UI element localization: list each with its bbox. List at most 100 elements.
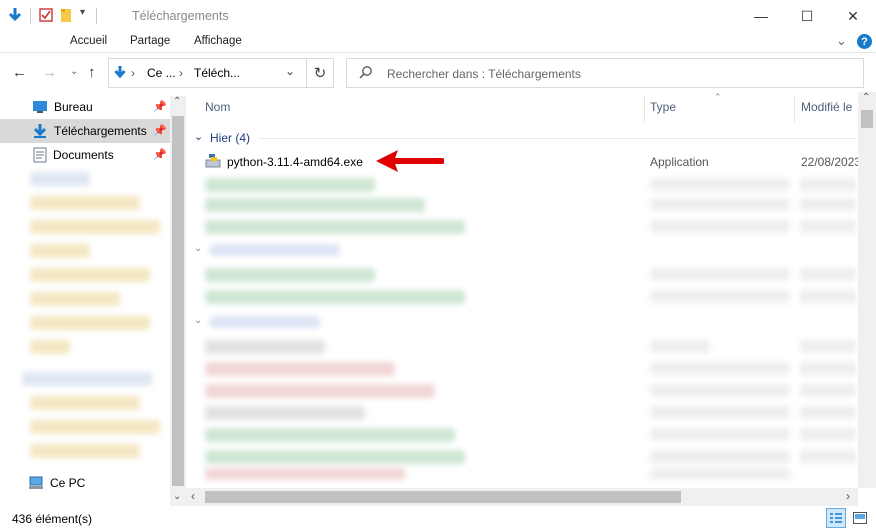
blurred-group-header (210, 316, 320, 328)
blurred-file-row (650, 362, 790, 375)
blurred-nav-item (30, 444, 140, 458)
back-button[interactable]: ← (12, 64, 27, 81)
details-view-button[interactable] (826, 508, 846, 528)
file-name: python-3.11.4-amd64.exe (227, 155, 363, 169)
blurred-file-row (205, 198, 425, 212)
horizontal-scroll-thumb[interactable] (205, 491, 681, 503)
status-bar: 436 élément(s) (0, 506, 876, 530)
refresh-button[interactable]: ↻ (306, 58, 334, 88)
blurred-file-row (650, 340, 710, 353)
column-divider[interactable] (794, 96, 795, 122)
pin-icon[interactable]: 📌 (153, 124, 167, 137)
column-name[interactable]: Nom (205, 100, 230, 114)
horizontal-scrollbar[interactable]: ‹ › (186, 488, 858, 506)
collapse-group-icon[interactable]: ⌄ (194, 130, 203, 143)
window-title: Téléchargements (132, 9, 229, 23)
title-bar: ▾ Téléchargements — ☐ ✕ (0, 0, 876, 32)
pin-icon[interactable]: 📌 (153, 100, 167, 113)
nav-item-telechargements[interactable]: Téléchargements (20, 120, 170, 142)
up-button[interactable]: ↑ (88, 64, 96, 81)
search-box[interactable]: Rechercher dans : Téléchargements (346, 58, 864, 88)
nav-scroll-thumb[interactable] (172, 116, 184, 486)
blurred-file-row (205, 428, 455, 442)
pin-icon[interactable]: 📌 (153, 148, 167, 161)
recent-locations-icon[interactable]: ⌄ (70, 66, 78, 77)
file-list-scrollbar[interactable]: ⌃ (858, 92, 876, 488)
blurred-file-row (800, 450, 856, 463)
scroll-up-icon[interactable]: ⌃ (173, 96, 181, 107)
column-modified[interactable]: Modifié le (801, 100, 852, 114)
divider (30, 8, 31, 24)
blurred-file-row (800, 178, 856, 191)
blurred-nav-item (30, 292, 120, 306)
customize-toolbar-icon[interactable]: ▾ (80, 7, 85, 18)
annotation-arrow-icon (372, 147, 445, 180)
blurred-nav-item (30, 244, 90, 258)
blurred-file-row (800, 198, 856, 211)
expand-ribbon-icon[interactable]: ⌄ (836, 33, 847, 49)
forward-button[interactable]: → (42, 64, 57, 81)
scroll-up-icon[interactable]: ⌃ (862, 92, 870, 103)
blurred-file-row (205, 362, 395, 376)
blurred-file-row (650, 268, 790, 281)
tab-accueil[interactable]: Accueil (70, 35, 107, 47)
search-icon (359, 65, 373, 82)
search-placeholder: Rechercher dans : Téléchargements (387, 67, 581, 81)
blurred-nav-item (30, 196, 140, 210)
blurred-file-row (205, 384, 435, 398)
details-view-icon (830, 513, 842, 523)
blurred-file-row (800, 340, 856, 353)
blurred-group-header (210, 244, 340, 256)
collapse-group-icon[interactable]: ⌄ (194, 315, 202, 326)
blurred-file-row (205, 178, 375, 192)
nav-item-bureau[interactable]: Bureau (20, 96, 170, 118)
group-header[interactable]: Hier (4) (210, 131, 250, 145)
scroll-right-icon[interactable]: › (846, 489, 850, 503)
python-installer-icon (205, 152, 221, 171)
file-type: Application (650, 155, 709, 169)
minimize-button[interactable]: — (738, 0, 784, 32)
blurred-file-row (800, 406, 856, 419)
tab-partage[interactable]: Partage (130, 35, 170, 47)
desktop-icon (33, 101, 47, 113)
breadcrumb-this-pc[interactable]: Ce ... (147, 66, 176, 80)
blurred-file-row (800, 384, 856, 397)
file-modified: 22/08/2023 (801, 155, 859, 169)
blurred-nav-item (30, 268, 150, 282)
blurred-file-row (650, 198, 790, 211)
maximize-button[interactable]: ☐ (784, 0, 830, 32)
nav-item-ce-pc[interactable]: Ce PC (20, 472, 170, 494)
blurred-file-row (800, 268, 856, 281)
blurred-nav-item (30, 420, 160, 434)
breadcrumb-downloads[interactable]: Téléch... (194, 66, 240, 80)
large-icons-view-button[interactable] (850, 508, 870, 528)
blurred-file-row (650, 178, 790, 191)
column-divider[interactable] (644, 96, 645, 122)
new-folder-icon[interactable] (58, 7, 74, 26)
close-button[interactable]: ✕ (830, 0, 876, 32)
tab-affichage[interactable]: Affichage (194, 35, 242, 47)
sort-ascending-icon: ⌃ (714, 92, 722, 102)
column-type[interactable]: Type (650, 100, 676, 114)
divider (96, 8, 97, 24)
collapse-group-icon[interactable]: ⌄ (194, 243, 202, 254)
blurred-file-row (205, 290, 465, 304)
blurred-file-row (205, 450, 465, 464)
download-folder-icon (33, 124, 47, 138)
blurred-nav-item (22, 372, 152, 386)
scroll-left-icon[interactable]: ‹ (191, 489, 195, 503)
nav-scrollbar[interactable]: ⌃ ⌄ (170, 96, 186, 506)
help-icon[interactable]: ? (857, 34, 872, 49)
address-dropdown-icon[interactable]: ⌄ (285, 64, 295, 78)
scroll-down-icon[interactable]: ⌄ (173, 491, 181, 502)
properties-icon[interactable] (38, 7, 54, 26)
address-bar[interactable]: › Ce ... › Téléch... ⌄ (108, 58, 334, 88)
file-list-scroll-thumb[interactable] (861, 110, 873, 128)
blurred-file-row (205, 406, 365, 420)
blurred-file-row (650, 384, 790, 397)
nav-item-documents[interactable]: Documents (20, 144, 170, 166)
blurred-file-row (205, 340, 325, 354)
blurred-nav-item (30, 396, 140, 410)
download-arrow-icon (114, 65, 126, 84)
blurred-file-row (650, 406, 790, 419)
